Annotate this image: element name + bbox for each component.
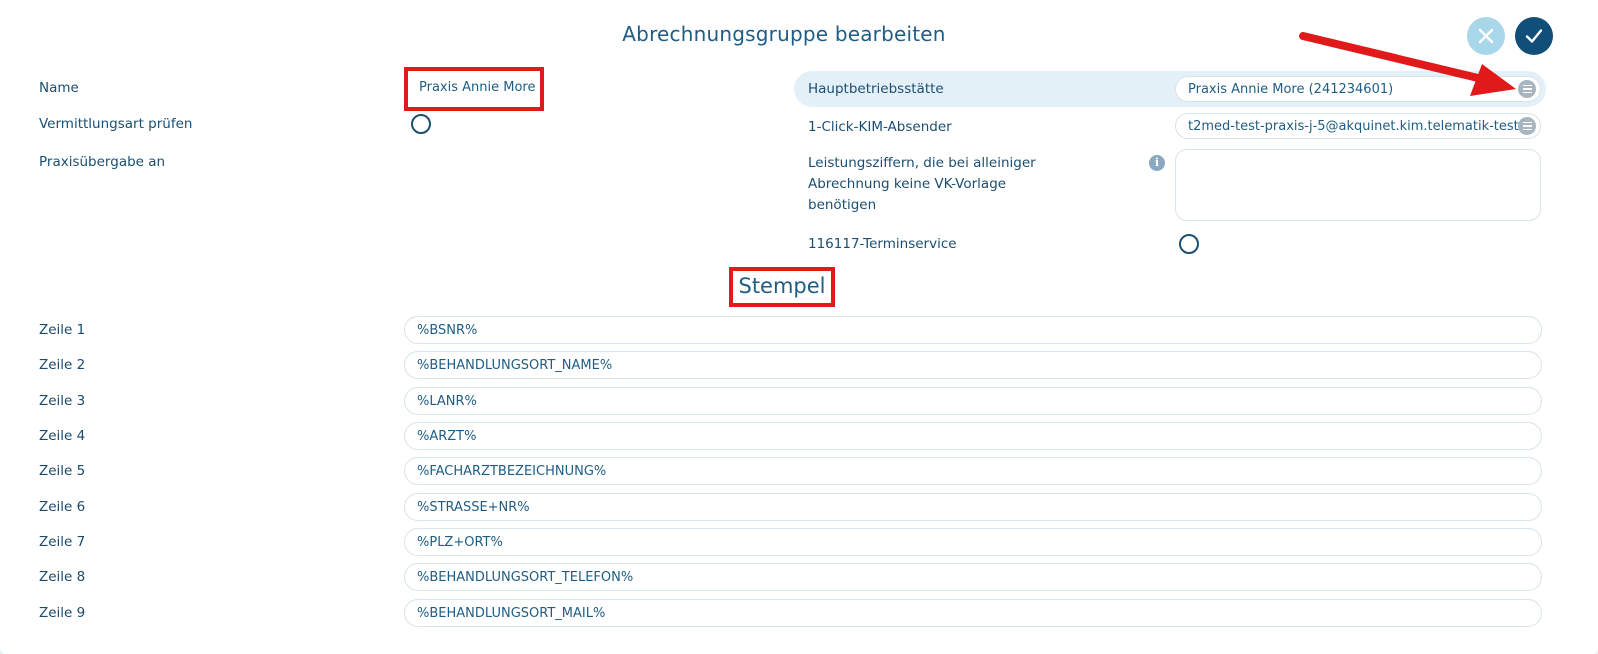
zeile-input[interactable]: %PLZ+ORT% (404, 528, 1542, 556)
zeile-label: Zeile 3 (39, 393, 86, 409)
praxisuebergabe-label: Praxisübergabe an (39, 154, 166, 170)
kim-select[interactable]: t2med-test-praxis-j-5@akquinet.kim.telem… (1175, 113, 1541, 139)
dialog-title: Abrechnungsgruppe bearbeiten (622, 22, 946, 46)
zeile-input[interactable]: %BEHANDLUNGSORT_TELEFON% (404, 563, 1542, 591)
terminservice-label: 116117-Terminservice (808, 236, 957, 252)
zeile-label: Zeile 2 (39, 357, 86, 373)
edit-dialog: Abrechnungsgruppe bearbeiten Name Praxis… (0, 0, 1598, 654)
zeile-label: Zeile 6 (39, 499, 86, 515)
zeile-input[interactable]: %FACHARZTBEZEICHNUNG% (404, 457, 1542, 485)
zeile-input[interactable]: %BEHANDLUNGSORT_MAIL% (404, 599, 1542, 627)
hauptbetriebsstaette-label: Hauptbetriebsstätte (808, 81, 944, 97)
leistungsziffern-label-line3: benötigen (808, 197, 877, 213)
leistungsziffern-textarea[interactable] (1175, 149, 1541, 221)
vermittlungsart-radio[interactable] (411, 114, 431, 134)
kim-value: t2med-test-praxis-j-5@akquinet.kim.telem… (1188, 119, 1519, 134)
zeile-label: Zeile 8 (39, 569, 86, 585)
terminservice-radio[interactable] (1179, 234, 1199, 254)
kim-menu-icon[interactable] (1518, 117, 1536, 135)
zeile-input[interactable]: %LANR% (404, 387, 1542, 415)
close-icon (1478, 28, 1494, 44)
leistungsziffern-label: Leistungsziffern, die bei alleiniger Abr… (808, 153, 1036, 216)
info-icon[interactable]: i (1149, 155, 1165, 171)
check-icon (1525, 29, 1543, 43)
zeile-label: Zeile 5 (39, 463, 86, 479)
zeile-label: Zeile 4 (39, 428, 86, 444)
hauptbetriebsstaette-menu-icon[interactable] (1518, 80, 1536, 98)
zeile-label: Zeile 1 (39, 322, 86, 338)
leistungsziffern-label-line2: Abrechnung keine VK-Vorlage (808, 176, 1007, 192)
name-value[interactable]: Praxis Annie More (419, 80, 535, 95)
zeile-input[interactable]: %BSNR% (404, 316, 1542, 344)
zeile-input[interactable]: %ARZT% (404, 422, 1542, 450)
zeile-input[interactable]: %STRASSE+NR% (404, 493, 1542, 521)
kim-label: 1-Click-KIM-Absender (808, 119, 952, 135)
stempel-heading: Stempel (729, 267, 835, 307)
vermittlungsart-label: Vermittlungsart prüfen (39, 116, 193, 132)
zeile-input[interactable]: %BEHANDLUNGSORT_NAME% (404, 351, 1542, 379)
confirm-button[interactable] (1515, 17, 1553, 55)
hauptbetriebsstaette-select[interactable]: Praxis Annie More (241234601) (1175, 76, 1541, 102)
hauptbetriebsstaette-value: Praxis Annie More (241234601) (1188, 82, 1394, 97)
leistungsziffern-label-line1: Leistungsziffern, die bei alleiniger (808, 155, 1036, 171)
cancel-button[interactable] (1467, 17, 1505, 55)
name-label: Name (39, 80, 79, 96)
zeile-label: Zeile 9 (39, 605, 86, 621)
zeile-label: Zeile 7 (39, 534, 86, 550)
